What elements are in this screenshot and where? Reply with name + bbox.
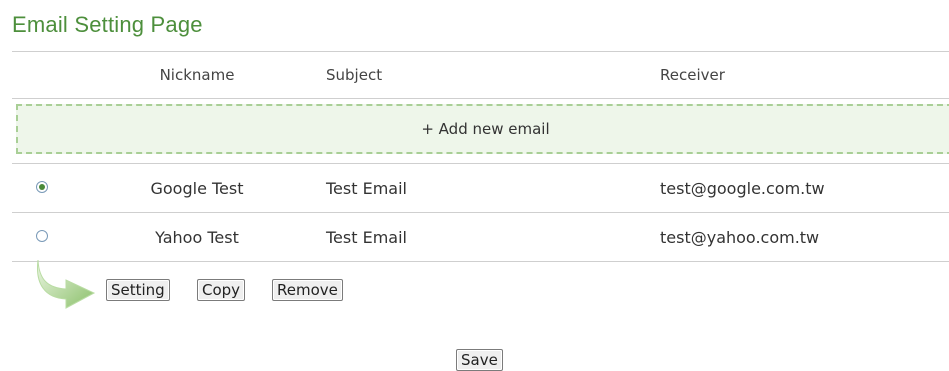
table-row[interactable]: Google Test Test Email test@google.com.t… <box>12 164 949 213</box>
add-new-email-button[interactable]: + Add new email <box>16 104 949 154</box>
row-select-radio[interactable] <box>36 230 48 242</box>
table-row[interactable]: Yahoo Test Test Email test@yahoo.com.tw <box>12 213 949 262</box>
row-nickname: Yahoo Test <box>155 227 239 247</box>
header-nickname: Nickname <box>159 66 235 84</box>
header-subject: Subject <box>326 66 383 84</box>
setting-button[interactable]: Setting <box>106 279 170 301</box>
row-subject: Test Email <box>326 178 407 198</box>
table-header: Nickname Subject Receiver <box>12 51 949 99</box>
save-button[interactable]: Save <box>456 349 503 371</box>
row-select-radio[interactable] <box>36 181 48 193</box>
row-receiver: test@yahoo.com.tw <box>660 227 820 247</box>
curved-arrow-icon <box>36 259 96 309</box>
row-subject: Test Email <box>326 227 407 247</box>
copy-button[interactable]: Copy <box>197 279 246 301</box>
header-receiver: Receiver <box>660 66 725 84</box>
remove-button[interactable]: Remove <box>272 279 343 301</box>
row-nickname: Google Test <box>150 178 244 198</box>
page-title: Email Setting Page <box>12 12 203 37</box>
add-row: + Add new email <box>12 99 949 164</box>
row-receiver: test@google.com.tw <box>660 178 825 198</box>
email-table: Nickname Subject Receiver + Add new emai… <box>12 51 949 262</box>
